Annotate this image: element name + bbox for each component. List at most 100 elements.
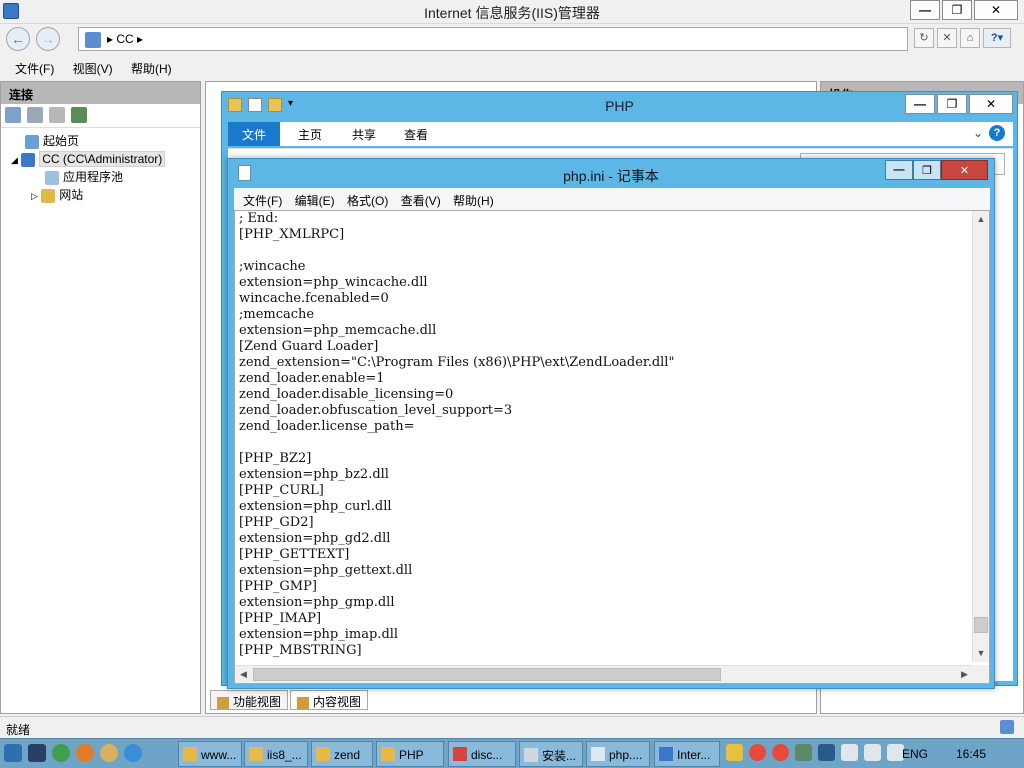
notepad-window: php.ini - 记事本 — ❐ ✕ 文件(F) 编辑(E) 格式(O) 查看… — [227, 158, 995, 689]
menu-view[interactable]: 视图(V) — [73, 56, 113, 77]
menu-help[interactable]: 帮助(H) — [131, 56, 172, 77]
np-menu-edit[interactable]: 编辑(E) — [295, 188, 335, 209]
vertical-scrollbar[interactable]: ▲ ▼ — [972, 211, 989, 662]
notepad-editor[interactable]: ; End: [PHP_XMLRPC] ;wincache extension=php… — [234, 210, 990, 684]
status-text: 就绪 — [6, 723, 31, 737]
text-line: wincache.fcenabled=0 — [239, 291, 389, 306]
disconnect-icon[interactable] — [71, 107, 87, 123]
clock[interactable]: 16:45 — [956, 747, 986, 761]
notepad-text-area[interactable]: ; End: [PHP_XMLRPC] ;wincache extension=php… — [239, 211, 964, 662]
tree-item-app-pools[interactable]: 应用程序池 — [1, 168, 200, 186]
back-button[interactable]: ← — [6, 27, 30, 51]
tab-share[interactable]: 共享 — [338, 122, 390, 146]
server-manager-icon[interactable] — [4, 744, 22, 762]
scroll-down-icon[interactable]: ▼ — [973, 645, 989, 662]
taskbar-item[interactable]: PHP — [376, 741, 444, 767]
server-icon — [21, 152, 36, 167]
connections-pane: 连接 起始页 ◢ CC (CC\Administrator) 应用程序池 ▷ 网… — [0, 81, 201, 714]
app-icon — [591, 747, 605, 761]
tab-home[interactable]: 主页 — [284, 122, 336, 146]
minimize-button[interactable]: — — [910, 0, 940, 20]
taskbar-item[interactable]: iis8_... — [244, 741, 308, 767]
tab-features-view[interactable]: 功能视图 — [210, 690, 289, 710]
text-line — [239, 243, 964, 259]
explorer-help-icon[interactable]: ? — [989, 125, 1005, 141]
tree-item-server[interactable]: ◢ CC (CC\Administrator) — [1, 150, 200, 168]
scroll-left-icon[interactable]: ◀ — [235, 666, 252, 683]
scroll-right-icon[interactable]: ▶ — [956, 666, 973, 683]
scroll-up-icon[interactable]: ▲ — [973, 211, 989, 228]
iis-menu-bar: 文件(F) 视图(V) 帮助(H) — [0, 56, 1024, 78]
app-icon — [316, 747, 330, 761]
tab-file[interactable]: 文件 — [228, 122, 281, 146]
taskbar-item[interactable]: zend — [311, 741, 373, 767]
save-icon[interactable] — [27, 107, 43, 123]
np-menu-help[interactable]: 帮助(H) — [453, 188, 494, 209]
horizontal-scroll-thumb[interactable] — [253, 668, 721, 681]
language-indicator[interactable]: ENG — [902, 747, 928, 761]
taskbar-item[interactable]: 安装... — [519, 741, 583, 767]
notepad-menu-bar: 文件(F) 编辑(E) 格式(O) 查看(V) 帮助(H) — [234, 188, 990, 210]
firefox-icon[interactable] — [76, 744, 94, 762]
tree-item-sites[interactable]: ▷ 网站 — [1, 186, 200, 204]
help-icon[interactable]: ?▾ — [983, 28, 1011, 48]
text-line: extension=php_gd2.dll — [239, 531, 391, 546]
qq-icon[interactable] — [772, 744, 789, 761]
view-tabs: 功能视图 内容视图 — [210, 690, 370, 710]
notepad-close-button[interactable]: ✕ — [941, 160, 988, 180]
home-icon[interactable]: ⌂ — [960, 28, 980, 48]
taskbar-item[interactable]: Inter... — [654, 741, 720, 767]
text-line: extension=php_gettext.dll — [239, 563, 413, 578]
menu-file[interactable]: 文件(F) — [15, 56, 54, 77]
tab-content-view[interactable]: 内容视图 — [290, 690, 369, 710]
taskbar-item[interactable]: www... — [178, 741, 242, 767]
np-menu-file[interactable]: 文件(F) — [243, 188, 282, 209]
close-button[interactable]: ✕ — [974, 0, 1018, 20]
up-icon[interactable] — [49, 107, 65, 123]
address-node[interactable]: CC — [116, 32, 133, 46]
notepad-minimize-button[interactable]: — — [885, 160, 913, 180]
qq-icon[interactable] — [749, 744, 766, 761]
features-view-icon — [217, 696, 229, 709]
forward-arrow-icon: → — [41, 31, 55, 47]
powershell-icon[interactable] — [28, 744, 46, 762]
collapse-icon[interactable]: ◢ — [11, 155, 18, 165]
expand-icon[interactable]: ▷ — [31, 191, 38, 201]
np-menu-view[interactable]: 查看(V) — [401, 188, 441, 209]
taskbar-item[interactable]: php.... — [586, 741, 650, 767]
security-icon[interactable] — [795, 744, 812, 761]
input-method-icon[interactable] — [818, 744, 835, 761]
text-line: ; End: — [239, 211, 279, 226]
np-menu-format[interactable]: 格式(O) — [347, 188, 388, 209]
taskbar-item[interactable]: disc... — [448, 741, 516, 767]
vertical-scroll-thumb[interactable] — [974, 616, 988, 633]
text-line: [PHP_CURL] — [239, 483, 324, 498]
address-bar[interactable]: ▸ CC ▸ — [78, 27, 908, 51]
explorer-close-button[interactable]: ✕ — [969, 94, 1013, 114]
maximize-button[interactable]: ❐ — [942, 0, 972, 20]
ie-tool-icon[interactable] — [100, 744, 118, 762]
ribbon-expand-icon[interactable]: ⌄ — [973, 126, 983, 140]
stop-icon[interactable]: ✕ — [937, 28, 957, 48]
text-line: [PHP_BZ2] — [239, 451, 312, 466]
refresh-icon[interactable]: ↻ — [914, 28, 934, 48]
notepad-maximize-button[interactable]: ❐ — [913, 160, 941, 180]
horizontal-scrollbar[interactable]: ◀ ▶ — [235, 665, 973, 683]
tree-item-start-page[interactable]: 起始页 — [1, 132, 200, 150]
app-icon — [659, 747, 673, 761]
forward-button[interactable]: → — [36, 27, 60, 51]
tab-view[interactable]: 查看 — [390, 122, 442, 146]
network-icon[interactable] — [864, 744, 881, 761]
app-pool-icon — [45, 170, 59, 185]
text-line: extension=php_gmp.dll — [239, 595, 395, 610]
shield-icon[interactable] — [726, 744, 743, 761]
internet-explorer-icon[interactable] — [124, 744, 142, 762]
system-tray — [726, 744, 904, 761]
explorer-maximize-button[interactable]: ❐ — [937, 94, 967, 114]
status-bar: 就绪 — [0, 716, 1024, 738]
flag-icon[interactable] — [841, 744, 858, 761]
explorer-minimize-button[interactable]: — — [905, 94, 935, 114]
connect-icon[interactable] — [5, 107, 21, 123]
chrome-icon[interactable] — [52, 744, 70, 762]
server-icon — [85, 32, 101, 48]
